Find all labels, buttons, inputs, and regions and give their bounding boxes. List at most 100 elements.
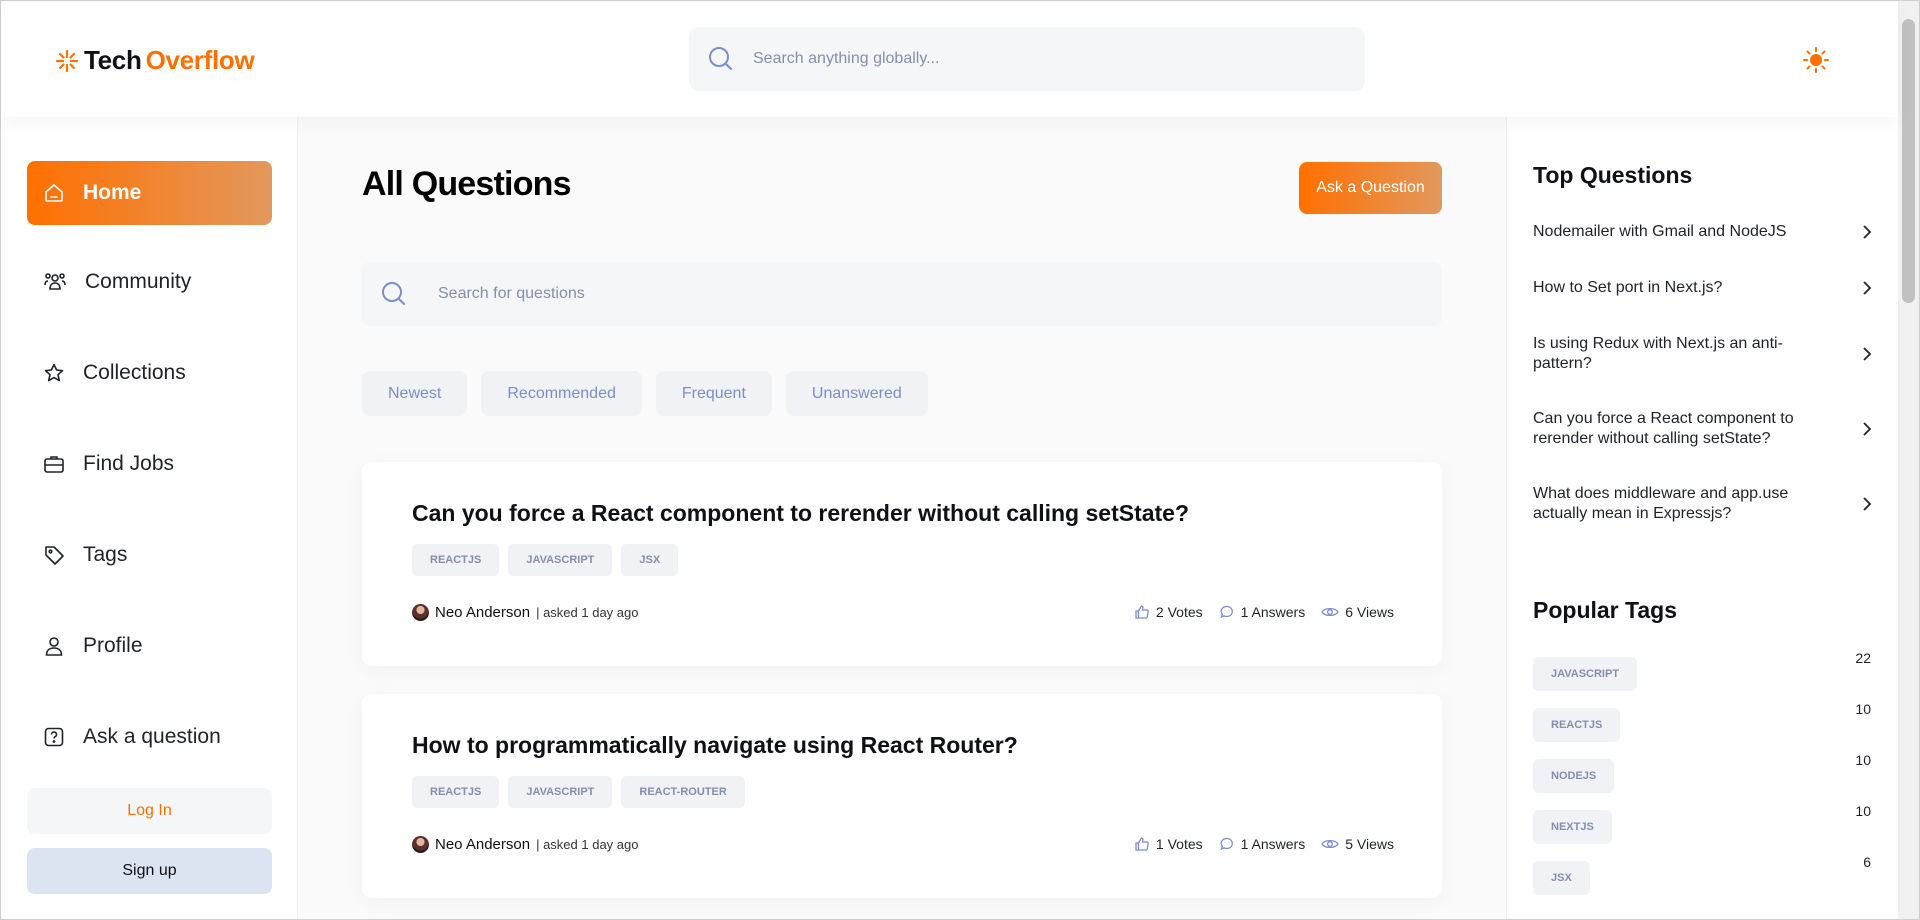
question-search-input[interactable] xyxy=(438,262,1418,326)
global-search xyxy=(689,27,1365,91)
chevron-right-icon xyxy=(1863,497,1872,511)
question-icon xyxy=(44,727,64,747)
top-question-text: How to Set port in Next.js? xyxy=(1533,279,1723,296)
tag-chip[interactable]: JAVASCRIPT xyxy=(1533,657,1638,691)
sidebar-item-collections[interactable]: Collections xyxy=(27,341,272,405)
popular-tag-item: JSX 6 xyxy=(1533,854,1871,895)
thumbs-up-icon xyxy=(1135,837,1149,851)
question-search xyxy=(362,262,1442,326)
page-title: All Questions xyxy=(362,165,572,203)
answers-stat: 1 Answers xyxy=(1219,836,1306,852)
signup-button[interactable]: Sign up xyxy=(27,848,272,894)
question-author: Neo Anderson | asked 1 day ago xyxy=(412,836,638,853)
views-stat: 5 Views xyxy=(1321,836,1394,852)
views-stat: 6 Views xyxy=(1321,604,1394,620)
tag-chip[interactable]: REACTJS xyxy=(1533,708,1621,742)
filter-tabs: Newest Recommended Frequent Unanswered xyxy=(362,371,928,416)
logo-text-overflow: Overflow xyxy=(145,45,255,75)
sidebar-item-profile[interactable]: Profile xyxy=(27,614,272,678)
tag-icon xyxy=(45,546,64,565)
top-question-text: Is using Redux with Next.js an anti-patt… xyxy=(1533,335,1783,372)
star-icon xyxy=(44,363,64,382)
top-question-item[interactable]: What does middleware and app.use actuall… xyxy=(1533,484,1873,524)
right-sidebar: Top Questions Nodemailer with Gmail and … xyxy=(1506,117,1898,919)
tag-count: 22 xyxy=(1855,650,1871,666)
sidebar-item-find-jobs[interactable]: Find Jobs xyxy=(27,432,272,496)
top-question-text: Can you force a React component to reren… xyxy=(1533,410,1794,447)
filter-newest[interactable]: Newest xyxy=(362,371,468,416)
top-question-item[interactable]: How to Set port in Next.js? xyxy=(1533,278,1873,298)
tag-chip[interactable]: JSX xyxy=(1533,861,1590,895)
sun-icon[interactable] xyxy=(1801,45,1831,75)
tag-chip[interactable]: JAVASCRIPT xyxy=(508,776,613,808)
question-title[interactable]: How to programmatically navigate using R… xyxy=(412,732,1018,759)
popular-tag-item: REACTJS 10 xyxy=(1533,701,1871,742)
login-button[interactable]: Log In xyxy=(27,788,272,834)
search-icon xyxy=(382,282,405,305)
user-icon xyxy=(45,637,63,656)
tag-chip[interactable]: JAVASCRIPT xyxy=(508,544,613,576)
question-stats: 2 Votes 1 Answers 6 Views xyxy=(1134,604,1394,620)
users-icon xyxy=(44,273,66,290)
eye-icon xyxy=(1321,839,1339,849)
message-icon xyxy=(1220,605,1233,619)
global-search-input[interactable] xyxy=(753,27,1333,91)
sidebar-item-label: Ask a question xyxy=(83,725,221,748)
filter-recommended[interactable]: Recommended xyxy=(481,371,642,416)
votes-count: 1 Votes xyxy=(1155,836,1203,852)
ask-question-button[interactable]: Ask a Question xyxy=(1299,162,1442,214)
tag-count: 10 xyxy=(1855,701,1871,717)
answers-stat: 1 Answers xyxy=(1219,604,1305,620)
asked-time: | asked 1 day ago xyxy=(536,837,639,852)
question-author: Neo Anderson | asked 1 day ago xyxy=(412,604,638,621)
filter-unanswered[interactable]: Unanswered xyxy=(785,371,928,416)
votes-stat: 1 Votes xyxy=(1134,836,1203,852)
sidebar-item-tags[interactable]: Tags xyxy=(27,523,272,587)
views-count: 5 Views xyxy=(1345,836,1394,852)
asked-time: | asked 1 day ago xyxy=(536,605,639,620)
top-question-item[interactable]: Can you force a React component to reren… xyxy=(1533,409,1873,449)
sidebar-item-ask-question[interactable]: Ask a question xyxy=(27,705,272,769)
popular-tag-item: JAVASCRIPT 22 xyxy=(1533,650,1871,691)
sidebar-item-label: Home xyxy=(83,181,142,204)
answers-count: 1 Answers xyxy=(1240,836,1306,852)
message-icon xyxy=(1220,837,1233,851)
sidebar-item-home[interactable]: Home xyxy=(27,161,272,225)
scrollbar-thumb[interactable] xyxy=(1902,19,1915,303)
tag-count: 10 xyxy=(1855,803,1871,819)
popular-tags-title: Popular Tags xyxy=(1533,597,1677,623)
tag-count: 10 xyxy=(1855,752,1871,768)
avatar[interactable] xyxy=(412,836,429,853)
popular-tag-item: NODEJS 10 xyxy=(1533,752,1871,793)
chevron-right-icon xyxy=(1863,281,1872,295)
author-name[interactable]: Neo Anderson xyxy=(435,604,530,621)
top-question-item[interactable]: Is using Redux with Next.js an anti-patt… xyxy=(1533,334,1873,374)
views-count: 6 Views xyxy=(1345,604,1394,620)
chevron-right-icon xyxy=(1863,225,1872,239)
top-question-text: Nodemailer with Gmail and NodeJS xyxy=(1533,223,1787,240)
question-tags: REACTJS JAVASCRIPT JSX xyxy=(412,544,679,576)
suitcase-icon xyxy=(44,456,64,473)
question-title[interactable]: Can you force a React component to reren… xyxy=(412,500,1189,527)
tag-chip[interactable]: REACTJS xyxy=(412,544,500,576)
tag-chip[interactable]: NEXTJS xyxy=(1533,810,1612,844)
chevron-right-icon xyxy=(1863,347,1872,361)
vertical-scrollbar[interactable] xyxy=(1898,1,1919,919)
top-question-item[interactable]: Nodemailer with Gmail and NodeJS xyxy=(1533,222,1873,242)
logo-text-tech: Tech xyxy=(84,45,142,75)
author-name[interactable]: Neo Anderson xyxy=(435,836,530,853)
avatar[interactable] xyxy=(412,604,429,621)
tag-chip[interactable]: REACT-ROUTER xyxy=(621,776,745,808)
sidebar-item-label: Collections xyxy=(83,361,186,384)
filter-frequent[interactable]: Frequent xyxy=(655,371,772,416)
tag-count: 6 xyxy=(1863,854,1871,870)
top-questions-title: Top Questions xyxy=(1533,162,1693,188)
tag-chip[interactable]: NODEJS xyxy=(1533,759,1615,793)
tag-chip[interactable]: JSX xyxy=(621,544,679,576)
sidebar-item-community[interactable]: Community xyxy=(27,250,272,314)
chevron-right-icon xyxy=(1863,422,1872,436)
search-icon xyxy=(709,47,732,70)
tag-chip[interactable]: REACTJS xyxy=(412,776,500,808)
logo[interactable]: Tech Overflow xyxy=(54,45,255,76)
sidebar-item-label: Community xyxy=(85,270,192,293)
